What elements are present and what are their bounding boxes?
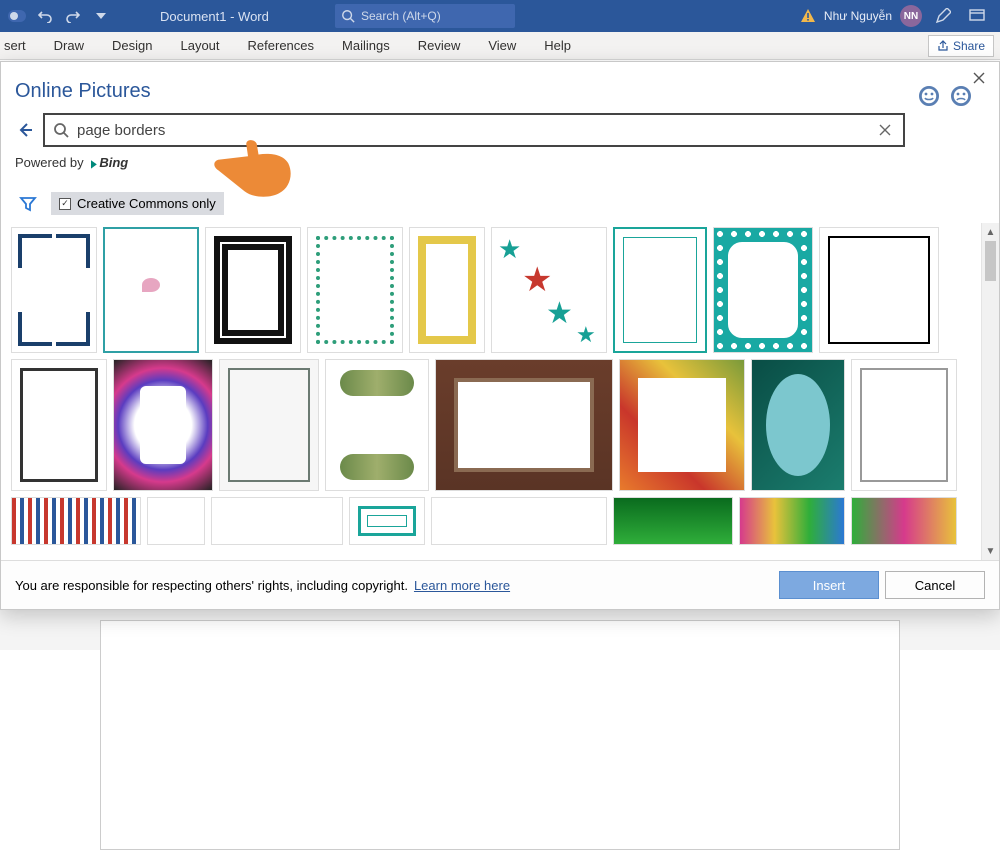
panel-footer: You are responsible for respecting other… xyxy=(1,560,999,609)
result-thumbnail[interactable]: ★ ★ ★ ★ xyxy=(491,227,607,353)
warning-icon xyxy=(800,8,816,24)
ribbon-display-icon[interactable] xyxy=(964,3,990,29)
result-thumbnail[interactable] xyxy=(11,227,97,353)
results-grid: ★ ★ ★ ★ xyxy=(1,223,999,560)
creative-commons-chip[interactable]: ✓ Creative Commons only xyxy=(51,192,224,215)
result-thumbnail[interactable] xyxy=(205,227,301,353)
result-thumbnail[interactable] xyxy=(613,497,733,545)
search-icon xyxy=(53,122,69,138)
search-input[interactable] xyxy=(69,122,875,139)
undo-button[interactable] xyxy=(34,5,56,27)
back-button[interactable] xyxy=(15,120,35,140)
document-title: Document1 - Word xyxy=(160,0,269,32)
autosave-toggle[interactable] xyxy=(6,5,28,27)
feedback-sad-icon[interactable] xyxy=(951,86,971,106)
scroll-up-icon[interactable]: ▲ xyxy=(982,223,999,241)
search-icon xyxy=(341,9,355,23)
scroll-down-icon[interactable]: ▼ xyxy=(982,542,999,560)
close-icon xyxy=(973,72,985,84)
result-thumbnail[interactable] xyxy=(751,359,845,491)
result-thumbnail[interactable] xyxy=(11,497,141,545)
result-thumbnail[interactable] xyxy=(349,497,425,545)
filter-icon[interactable] xyxy=(19,195,37,213)
avatar[interactable]: NN xyxy=(900,5,922,27)
clear-search-button[interactable] xyxy=(875,120,895,141)
result-thumbnail[interactable] xyxy=(325,359,429,491)
search-placeholder: Search (Alt+Q) xyxy=(361,9,441,23)
tab-view[interactable]: View xyxy=(474,32,530,59)
feedback-happy-icon[interactable] xyxy=(919,86,939,106)
tab-draw[interactable]: Draw xyxy=(40,32,98,59)
result-thumbnail[interactable] xyxy=(113,359,213,491)
tab-references[interactable]: References xyxy=(234,32,328,59)
share-label: Share xyxy=(953,39,985,53)
copyright-notice: You are responsible for respecting other… xyxy=(15,578,408,593)
result-thumbnail[interactable] xyxy=(851,497,957,545)
search-field[interactable] xyxy=(43,113,905,147)
scroll-thumb[interactable] xyxy=(985,241,996,281)
document-page xyxy=(100,620,900,850)
bing-logo: Bing xyxy=(90,155,129,170)
pen-icon[interactable] xyxy=(930,3,956,29)
redo-button[interactable] xyxy=(62,5,84,27)
result-thumbnail[interactable] xyxy=(713,227,813,353)
tell-me-search[interactable]: Search (Alt+Q) xyxy=(335,4,515,28)
scrollbar[interactable]: ▲ ▼ xyxy=(981,223,999,560)
share-button[interactable]: Share xyxy=(928,35,994,57)
cc-label: Creative Commons only xyxy=(77,196,216,211)
result-thumbnail[interactable] xyxy=(219,359,319,491)
result-thumbnail[interactable] xyxy=(147,497,205,545)
tab-layout[interactable]: Layout xyxy=(166,32,233,59)
tab-design[interactable]: Design xyxy=(98,32,166,59)
result-thumbnail[interactable] xyxy=(11,359,107,491)
result-thumbnail[interactable] xyxy=(819,227,939,353)
qat-dropdown[interactable] xyxy=(90,5,112,27)
feedback-faces xyxy=(919,86,971,106)
result-thumbnail[interactable] xyxy=(613,227,707,353)
powered-by: Powered by Bing xyxy=(1,151,999,174)
x-icon xyxy=(879,124,891,136)
back-arrow-icon xyxy=(17,122,33,138)
titlebar: Document1 - Word Search (Alt+Q) Như Nguy… xyxy=(0,0,1000,32)
result-thumbnail[interactable] xyxy=(619,359,745,491)
result-thumbnail[interactable] xyxy=(409,227,485,353)
result-thumbnail[interactable] xyxy=(431,497,607,545)
result-thumbnail[interactable] xyxy=(435,359,613,491)
insert-button[interactable]: Insert xyxy=(779,571,879,599)
result-thumbnail[interactable] xyxy=(851,359,957,491)
share-icon xyxy=(937,40,949,52)
result-thumbnail[interactable] xyxy=(103,227,199,353)
online-pictures-panel: Online Pictures Powered by Bing ✓ Creati… xyxy=(0,61,1000,610)
tab-mailings[interactable]: Mailings xyxy=(328,32,404,59)
tab-help[interactable]: Help xyxy=(530,32,585,59)
learn-more-link[interactable]: Learn more here xyxy=(414,578,510,593)
powered-prefix: Powered by xyxy=(15,155,84,170)
username[interactable]: Như Nguyễn xyxy=(824,9,892,23)
cancel-button[interactable]: Cancel xyxy=(885,571,985,599)
checkbox-icon: ✓ xyxy=(59,198,71,210)
ribbon-tabs: sert Draw Design Layout References Maili… xyxy=(0,32,1000,60)
tab-review[interactable]: Review xyxy=(404,32,475,59)
close-button[interactable] xyxy=(969,68,989,88)
result-thumbnail[interactable] xyxy=(211,497,343,545)
result-thumbnail[interactable] xyxy=(739,497,845,545)
result-thumbnail[interactable] xyxy=(307,227,403,353)
tab-insert[interactable]: sert xyxy=(0,32,40,59)
panel-title: Online Pictures xyxy=(15,80,985,103)
